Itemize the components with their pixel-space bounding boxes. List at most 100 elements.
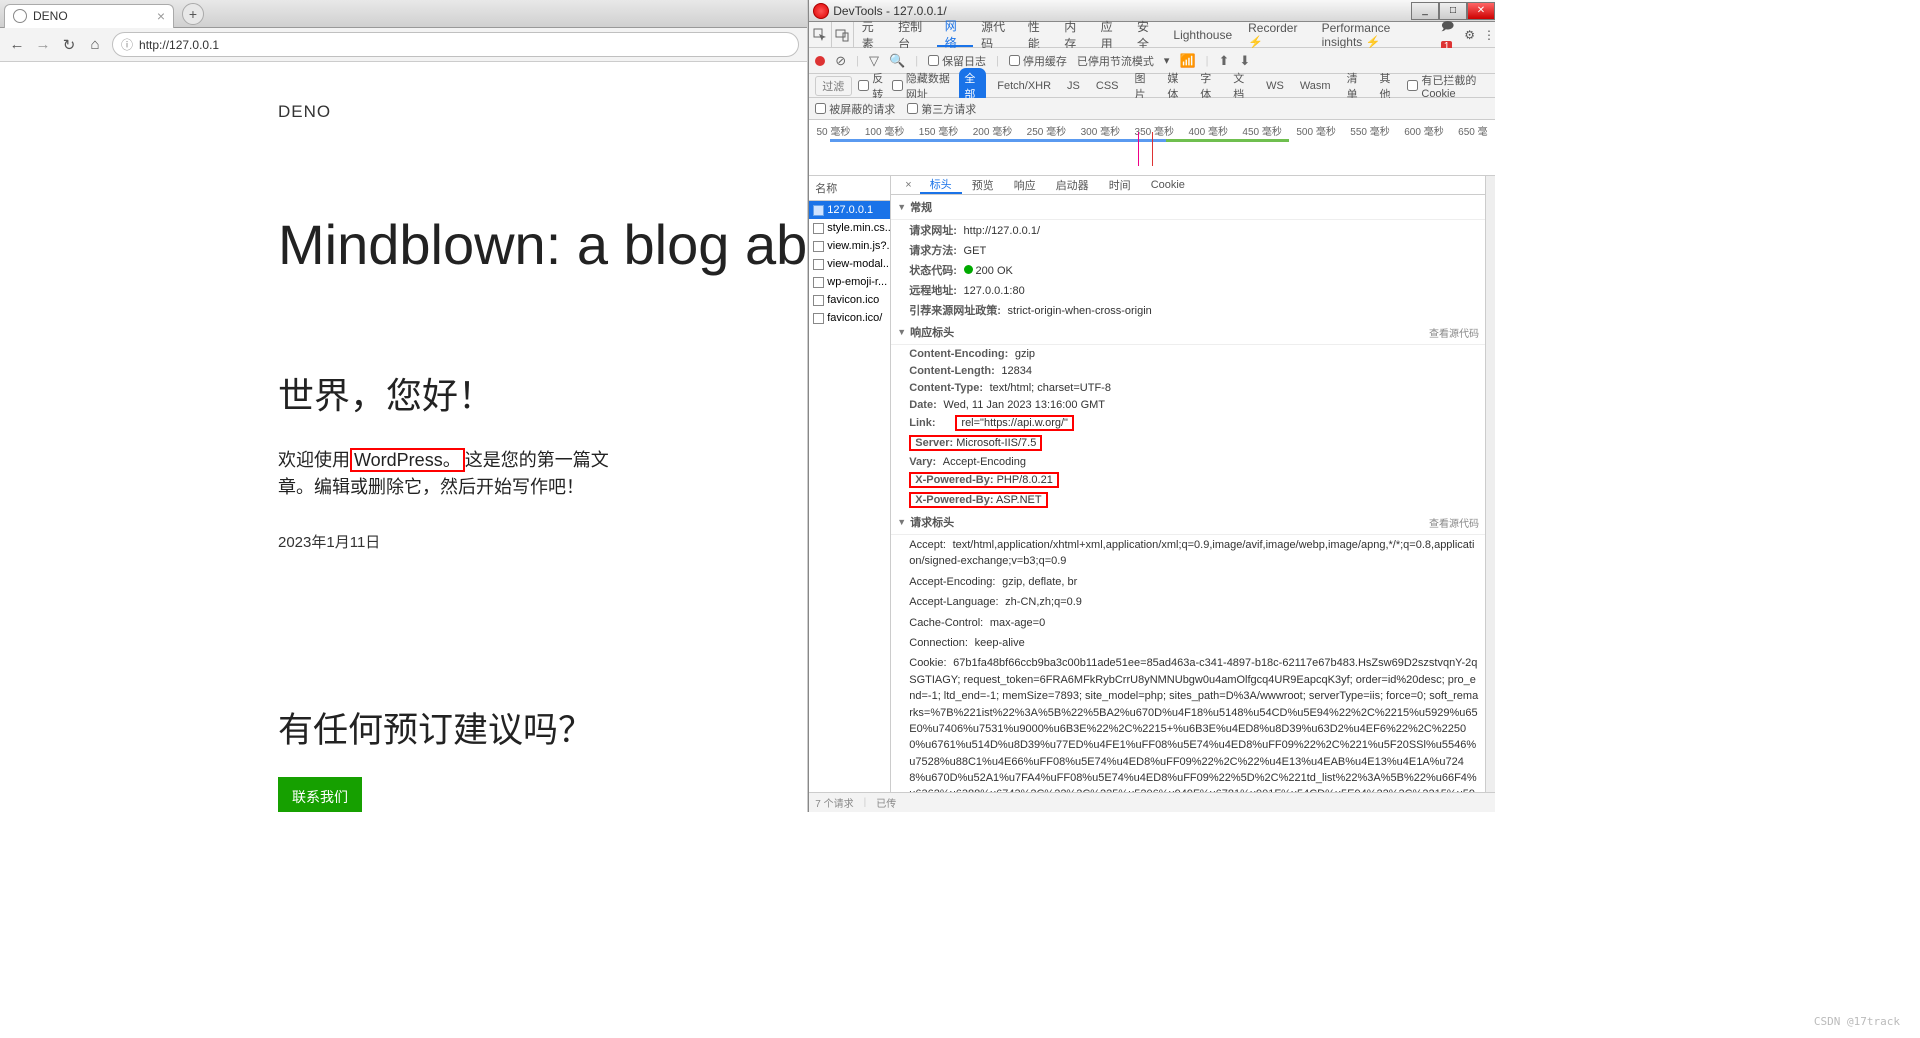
timeline-marker bbox=[1138, 132, 1139, 166]
close-icon[interactable]: × bbox=[157, 8, 165, 24]
download-icon[interactable]: ⬇ bbox=[1239, 53, 1250, 69]
timeline-marker bbox=[1152, 132, 1153, 166]
filter-js[interactable]: JS bbox=[1062, 78, 1085, 94]
header-row: Content-Encoding: gzip bbox=[891, 345, 1485, 362]
filter-fetch[interactable]: Fetch/XHR bbox=[992, 78, 1056, 94]
tab-perf-insights[interactable]: Performance insights ⚡ bbox=[1314, 22, 1441, 47]
request-item[interactable]: favicon.ico bbox=[809, 291, 890, 309]
url-input[interactable]: ⓘ http://127.0.0.1 bbox=[112, 32, 799, 57]
more-icon[interactable]: ⋮ bbox=[1483, 28, 1495, 42]
row-method: 请求方法: GET bbox=[891, 240, 1485, 260]
blocked-cookies-checkbox[interactable]: 有已拦截的 Cookie bbox=[1407, 72, 1489, 100]
filter-input[interactable]: 过滤 bbox=[815, 76, 852, 96]
request-item[interactable]: style.min.cs... bbox=[809, 219, 890, 237]
browser-tab[interactable]: DENO × bbox=[4, 4, 174, 28]
preserve-log-checkbox[interactable]: 保留日志 bbox=[928, 53, 986, 69]
filter-ws[interactable]: WS bbox=[1261, 78, 1289, 94]
contact-button[interactable]: 联系我们 bbox=[278, 777, 362, 812]
reload-button[interactable]: ↻ bbox=[60, 36, 78, 54]
url-text: http://127.0.0.1 bbox=[139, 38, 219, 52]
devtools-panel: DevTools - 127.0.0.1/ _ □ ✕ 元素 控制台 网络 源代… bbox=[808, 0, 1495, 812]
section-general[interactable]: ▼常规 bbox=[891, 195, 1485, 220]
back-button[interactable]: ← bbox=[8, 36, 26, 53]
device-icon[interactable] bbox=[832, 22, 854, 47]
request-item[interactable]: view-modal... bbox=[809, 255, 890, 273]
third-party-checkbox[interactable]: 第三方请求 bbox=[907, 101, 976, 117]
post-title[interactable]: 世界，您好！ bbox=[278, 367, 807, 419]
clear-button[interactable]: ⊘ bbox=[835, 53, 846, 69]
chevron-down-icon[interactable]: ▾ bbox=[1164, 54, 1170, 67]
invert-checkbox[interactable]: 反转 bbox=[858, 70, 886, 102]
header-row: X-Powered-By: PHP/8.0.21 bbox=[891, 470, 1485, 490]
error-badge[interactable]: 🗩1 bbox=[1441, 17, 1456, 52]
section-heading: 有任何预订建议吗？ bbox=[278, 702, 807, 753]
timeline-bar bbox=[1166, 139, 1289, 142]
header-row: X-Powered-By: ASP.NET bbox=[891, 490, 1485, 510]
request-item[interactable]: 127.0.0.1 bbox=[809, 201, 890, 219]
home-button[interactable]: ⌂ bbox=[86, 36, 104, 53]
tab-bar: DENO × + bbox=[0, 0, 807, 28]
header-row: Vary: Accept-Encoding bbox=[891, 453, 1485, 470]
filter-wasm[interactable]: Wasm bbox=[1295, 78, 1336, 94]
tab-application[interactable]: 应用 bbox=[1093, 22, 1129, 47]
page-content: DENO Mindblown: a blog ab 世界，您好！ 欢迎使用Wor… bbox=[0, 62, 807, 812]
settings-icon[interactable]: ⚙ bbox=[1464, 28, 1475, 42]
upload-icon[interactable]: ⬆ bbox=[1219, 53, 1230, 69]
dtab-initiator[interactable]: 启动器 bbox=[1046, 176, 1099, 194]
disable-cache-checkbox[interactable]: 停用缓存 bbox=[1009, 53, 1067, 69]
dtab-cookies[interactable]: Cookie bbox=[1141, 176, 1195, 194]
close-detail-icon[interactable]: × bbox=[897, 176, 919, 194]
wordpress-highlight: WordPress。 bbox=[350, 448, 465, 472]
tab-security[interactable]: 安全 bbox=[1129, 22, 1165, 47]
dtab-preview[interactable]: 预览 bbox=[962, 176, 1004, 194]
dtab-headers[interactable]: 标头 bbox=[920, 176, 962, 194]
request-item[interactable]: wp-emoji-r... bbox=[809, 273, 890, 291]
dtab-response[interactable]: 响应 bbox=[1004, 176, 1046, 194]
dtab-timing[interactable]: 时间 bbox=[1099, 176, 1141, 194]
network-footer: 7 个请求 | 已传 bbox=[809, 792, 1495, 812]
devtools-tabbar: 元素 控制台 网络 源代码 性能 内存 应用 安全 Lighthouse Rec… bbox=[809, 22, 1495, 48]
blocked-req-checkbox[interactable]: 被屏蔽的请求 bbox=[815, 101, 895, 117]
close-button[interactable]: ✕ bbox=[1467, 2, 1495, 20]
filter-row-2: 被屏蔽的请求 第三方请求 bbox=[809, 98, 1495, 120]
request-item[interactable]: favicon.ico/ bbox=[809, 309, 890, 327]
hide-data-checkbox[interactable]: 隐藏数据网址 bbox=[892, 70, 953, 102]
page-headline: Mindblown: a blog ab bbox=[278, 212, 807, 277]
section-response-headers[interactable]: ▼响应标头查看源代码 bbox=[891, 320, 1485, 345]
post-date: 2023年1月11日 bbox=[278, 531, 807, 552]
row-url: 请求网址: http://127.0.0.1/ bbox=[891, 220, 1485, 240]
column-name[interactable]: 名称 bbox=[809, 176, 890, 201]
record-button[interactable] bbox=[815, 56, 825, 66]
site-title[interactable]: DENO bbox=[278, 102, 807, 122]
header-row: Link: rel="https://api.w.org/" bbox=[891, 413, 1485, 433]
request-item[interactable]: view.min.js?... bbox=[809, 237, 890, 255]
tab-memory[interactable]: 内存 bbox=[1056, 22, 1092, 47]
tab-sources[interactable]: 源代码 bbox=[973, 22, 1020, 47]
wifi-icon[interactable]: 📶 bbox=[1179, 53, 1195, 69]
search-icon[interactable]: 🔍 bbox=[889, 53, 905, 69]
tab-network[interactable]: 网络 bbox=[937, 22, 973, 47]
new-tab-button[interactable]: + bbox=[182, 3, 204, 25]
filter-icon[interactable]: ▽ bbox=[869, 53, 879, 69]
tab-recorder[interactable]: Recorder ⚡ bbox=[1240, 22, 1313, 47]
throttling-select[interactable]: 已停用节流模式 bbox=[1077, 53, 1154, 69]
tab-elements[interactable]: 元素 bbox=[854, 22, 890, 47]
header-row: Connection: keep-alive bbox=[891, 633, 1485, 653]
header-row: Accept-Encoding: gzip, deflate, br bbox=[891, 572, 1485, 592]
request-count: 7 个请求 bbox=[815, 795, 853, 810]
timeline[interactable]: 50 毫秒100 毫秒150 毫秒200 毫秒250 毫秒300 毫秒350 毫… bbox=[809, 120, 1495, 176]
header-row: Date: Wed, 11 Jan 2023 13:16:00 GMT bbox=[891, 396, 1485, 413]
filter-row: 过滤 反转 隐藏数据网址 全部 Fetch/XHR JS CSS 图片 媒体 字… bbox=[809, 74, 1495, 98]
tab-lighthouse[interactable]: Lighthouse bbox=[1165, 22, 1240, 47]
header-row: Server: Microsoft-IIS/7.5 bbox=[891, 433, 1485, 453]
filter-css[interactable]: CSS bbox=[1091, 78, 1124, 94]
row-cookie: Cookie: 67b1fa48bf66ccb9ba3c00b11ade51ee… bbox=[891, 653, 1485, 792]
tab-performance[interactable]: 性能 bbox=[1020, 22, 1056, 47]
section-request-headers[interactable]: ▼请求标头查看源代码 bbox=[891, 510, 1485, 535]
header-row: Accept-Language: zh-CN,zh;q=0.9 bbox=[891, 592, 1485, 612]
tab-console[interactable]: 控制台 bbox=[890, 22, 937, 47]
scrollbar[interactable] bbox=[1485, 176, 1495, 792]
forward-button[interactable]: → bbox=[34, 36, 52, 53]
inspect-icon[interactable] bbox=[809, 22, 831, 47]
minimize-button[interactable]: _ bbox=[1411, 2, 1439, 20]
